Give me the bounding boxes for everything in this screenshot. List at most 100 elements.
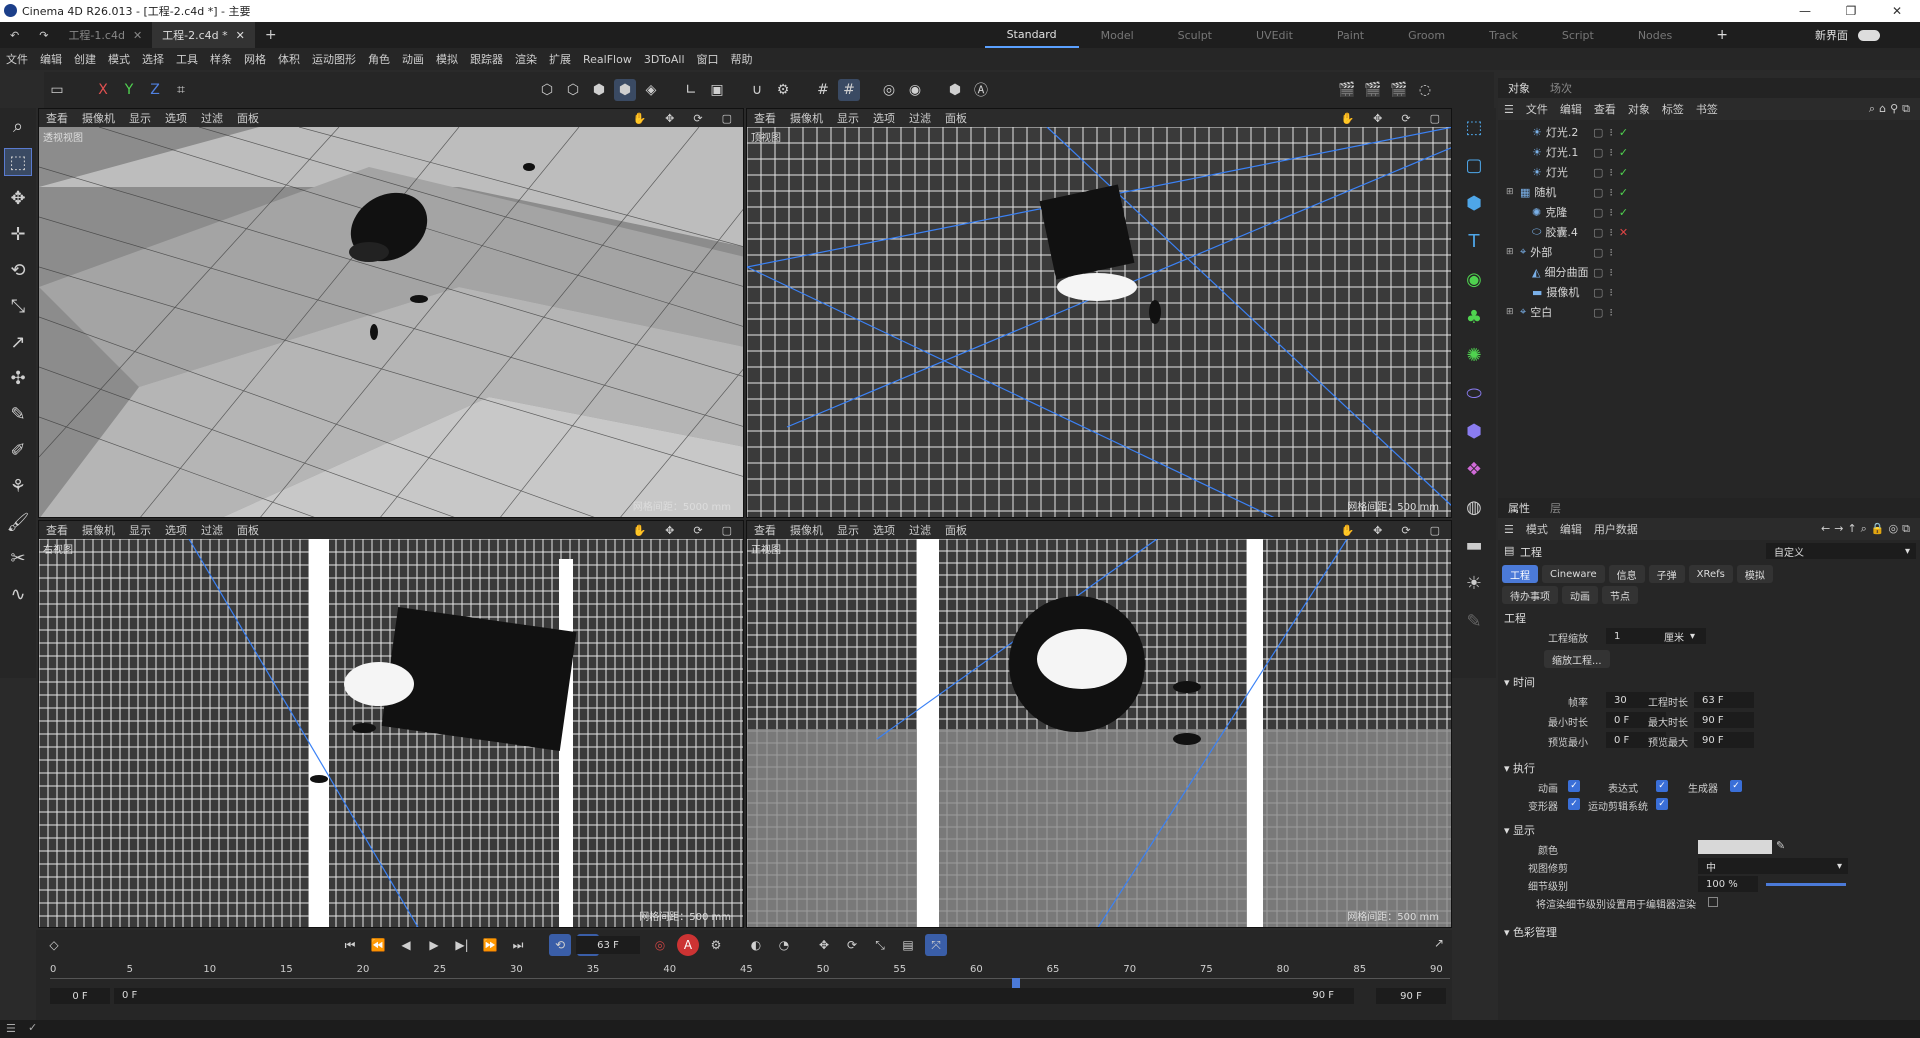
visibility-toggle-icon[interactable]: ⁝ xyxy=(1609,266,1613,279)
object-row[interactable]: ⊞ ▦ 随机 ▢ ⁝ ✓ xyxy=(1498,182,1920,202)
viewport-canvas[interactable] xyxy=(39,127,744,518)
new-window-icon[interactable]: ⧉ xyxy=(1902,102,1910,116)
preset-select[interactable]: 自定义 ▾ xyxy=(1766,543,1916,559)
visibility-toggle-icon[interactable]: ⁝ xyxy=(1609,226,1613,239)
pan-icon[interactable]: ✋ xyxy=(1333,112,1361,125)
expand-icon[interactable]: ⊞ xyxy=(1506,307,1516,317)
rotate-tool-icon[interactable]: ⟲ xyxy=(4,256,32,284)
vp-menu-display[interactable]: 显示 xyxy=(122,110,158,126)
prev-frame-icon[interactable]: ◀ xyxy=(395,934,417,956)
spline-pen-icon[interactable]: ✎ xyxy=(4,400,32,428)
object-row[interactable]: ✺ 克隆 ▢ ⁝ ✓ xyxy=(1498,202,1920,222)
vp-menu-view[interactable]: 查看 xyxy=(747,110,783,126)
object-row[interactable]: ◭ 细分曲面 ▢ ⁝ xyxy=(1498,262,1920,282)
hamburger-icon[interactable]: ☰ xyxy=(1498,523,1520,536)
uv-mode-icon[interactable]: ◈ xyxy=(640,79,662,101)
render-settings-icon[interactable]: 🎬 xyxy=(1388,79,1410,101)
enabled-check-icon[interactable]: ✓ xyxy=(1619,166,1628,179)
render-icon[interactable]: ✎ xyxy=(1459,606,1489,636)
viewport-canvas[interactable] xyxy=(747,127,1452,518)
snap-tool-icon[interactable]: ✣ xyxy=(4,364,32,392)
menu-item[interactable]: 体积 xyxy=(272,51,306,67)
menu-item[interactable]: 窗口 xyxy=(691,51,725,67)
grid-snap-icon[interactable]: # xyxy=(838,79,860,101)
rotate-view-icon[interactable]: ⟳ xyxy=(686,112,709,125)
viewport-top[interactable]: 查看 摄像机 显示 选项 过滤 面板 ✋ ✥ ⟳ ▢ 顶视图 网格间距：500 mm xyxy=(746,108,1452,518)
viewport-solo-icon[interactable]: ▭ xyxy=(46,79,68,101)
new-window-icon[interactable]: ⧉ xyxy=(1902,522,1910,536)
rotate-view-icon[interactable]: ⟳ xyxy=(1394,524,1417,537)
effector-icon[interactable]: ✺ xyxy=(1459,340,1489,370)
lod-input[interactable]: 100 % xyxy=(1698,876,1758,892)
vp-menu-options[interactable]: 选项 xyxy=(158,110,194,126)
pan-icon[interactable]: ✋ xyxy=(625,112,653,125)
object-name[interactable]: 摄像机 xyxy=(1546,284,1579,300)
object-row[interactable]: ☀ 灯光 ▢ ⁝ ✓ xyxy=(1498,162,1920,182)
new-tab-icon[interactable]: + xyxy=(255,22,287,48)
keyframe-toggle[interactable]: ◇ xyxy=(40,932,68,958)
menu-item[interactable]: 渲染 xyxy=(509,51,543,67)
layer-icon[interactable]: ▢ xyxy=(1593,206,1603,219)
maximize-button[interactable]: ❐ xyxy=(1828,0,1874,22)
obj-menu-object[interactable]: 对象 xyxy=(1622,101,1656,117)
menu-item[interactable]: 3DToAll xyxy=(638,53,691,66)
move-view-icon[interactable]: ✥ xyxy=(658,112,681,125)
move-view-icon[interactable]: ✥ xyxy=(658,524,681,537)
cloner-icon[interactable]: ♣ xyxy=(1459,302,1489,332)
auto-key-icon[interactable]: A xyxy=(677,934,699,956)
menu-icon[interactable]: ☰ xyxy=(6,1022,16,1035)
move-tool-icon[interactable]: ✛ xyxy=(4,220,32,248)
viewport-right[interactable]: 查看 摄像机 显示 选项 过滤 面板 ✋ ✥ ⟳ ▢ 右视图 网格间距：500 mm xyxy=(38,520,744,928)
layout-uvedit[interactable]: UVEdit xyxy=(1234,22,1315,48)
obj-menu-file[interactable]: 文件 xyxy=(1520,101,1554,117)
preview-range-bar[interactable]: 0 F 90 F xyxy=(114,988,1354,1004)
attr-sub-tab[interactable]: 动画 xyxy=(1562,586,1598,604)
cube-icon[interactable]: ⬢ xyxy=(1459,188,1489,218)
object-name[interactable]: 灯光.2 xyxy=(1546,124,1579,140)
search-icon[interactable]: ⌕ xyxy=(1861,522,1867,536)
menu-item[interactable]: 样条 xyxy=(204,51,238,67)
rotate-view-icon[interactable]: ⟳ xyxy=(1394,112,1417,125)
close-tab-icon[interactable]: ✕ xyxy=(236,29,245,42)
autokey-icon[interactable]: ◉ xyxy=(904,79,926,101)
clip-select[interactable]: 中 ▾ xyxy=(1698,858,1848,874)
vp-menu-panel[interactable]: 面板 xyxy=(938,522,974,538)
layer-icon[interactable]: ▢ xyxy=(1593,166,1603,179)
exec-animation-checkbox[interactable]: ✓ xyxy=(1568,780,1580,792)
viewport-perspective[interactable]: 查看 摄像机 显示 选项 过滤 面板 ✋ ✥ ⟳ ▢ 透视视图 网格间距：5000 m… xyxy=(38,108,744,518)
vp-menu-display[interactable]: 显示 xyxy=(830,522,866,538)
vp-menu-options[interactable]: 选项 xyxy=(158,522,194,538)
home-icon[interactable]: ⌂ xyxy=(1879,102,1886,116)
cube-primitive-icon[interactable]: ⬚ xyxy=(1459,112,1489,142)
start-frame-input[interactable]: 0 F xyxy=(50,988,110,1004)
enabled-check-icon[interactable]: ✓ xyxy=(1619,146,1628,159)
object-name[interactable]: 随机 xyxy=(1534,184,1556,200)
layout-track[interactable]: Track xyxy=(1467,22,1540,48)
scene-icon[interactable]: ❖ xyxy=(1459,454,1489,484)
forward-icon[interactable]: → xyxy=(1834,522,1843,536)
toggle-icon[interactable] xyxy=(1858,29,1880,41)
object-name[interactable]: 胶囊.4 xyxy=(1545,224,1578,240)
menu-item[interactable]: 文件 xyxy=(0,51,34,67)
snap-settings-icon[interactable]: ⚙ xyxy=(772,79,794,101)
knife-tool-icon[interactable]: ✂ xyxy=(4,544,32,572)
layer-icon[interactable]: ▢ xyxy=(1593,126,1603,139)
coordinate-system-icon[interactable]: ⌗ xyxy=(170,79,192,101)
edges-mode-icon[interactable]: ⬡ xyxy=(562,79,584,101)
vp-menu-view[interactable]: 查看 xyxy=(39,110,75,126)
vp-menu-view[interactable]: 查看 xyxy=(39,522,75,538)
redshift-icon[interactable]: ◌ xyxy=(1414,79,1436,101)
menu-item[interactable]: 编辑 xyxy=(34,51,68,67)
visibility-toggle-icon[interactable]: ⁝ xyxy=(1609,206,1613,219)
tab-attributes[interactable]: 属性 xyxy=(1498,500,1540,516)
param-key-icon[interactable]: ▤ xyxy=(897,934,919,956)
key-settings-icon[interactable]: ⚙ xyxy=(705,934,727,956)
vp-menu-camera[interactable]: 摄像机 xyxy=(783,110,830,126)
record-icon[interactable]: ◎ xyxy=(878,79,900,101)
visibility-toggle-icon[interactable]: ⁝ xyxy=(1609,186,1613,199)
camera-icon[interactable]: ▬ xyxy=(1459,530,1489,560)
exec-expressions-checkbox[interactable]: ✓ xyxy=(1656,780,1668,792)
axis-y-button[interactable]: Y xyxy=(118,79,140,101)
axis-mode-icon[interactable]: ∟ xyxy=(680,79,702,101)
visibility-toggle-icon[interactable]: ⁝ xyxy=(1609,286,1613,299)
